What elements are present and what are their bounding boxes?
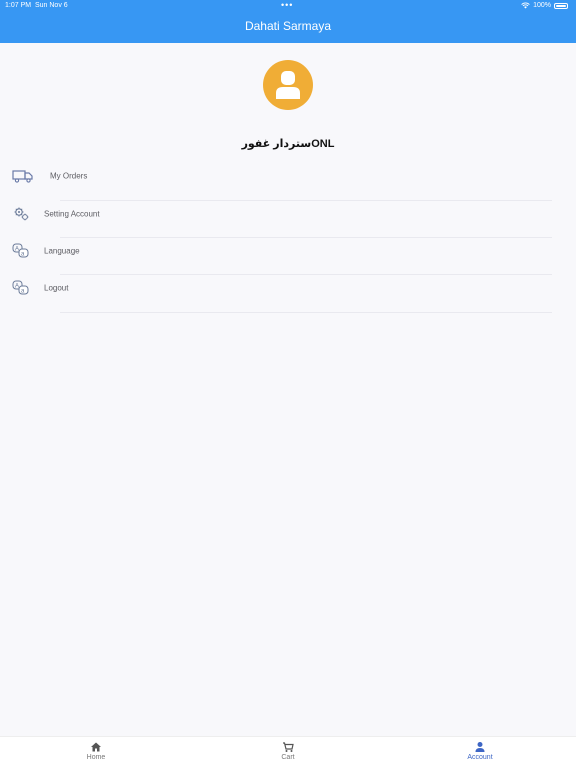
avatar[interactable] — [263, 60, 313, 110]
svg-text:A: A — [15, 246, 19, 252]
status-date: Sun Nov 6 — [34, 2, 68, 9]
battery-percent: 100% — [533, 2, 551, 9]
person-icon — [475, 742, 485, 752]
menu-item-logout[interactable]: A a Logout — [0, 269, 576, 306]
gears-icon — [14, 207, 29, 220]
menu-item-label: Setting Account — [44, 209, 100, 218]
home-icon — [91, 742, 101, 752]
menu-item-label: My Orders — [50, 171, 88, 180]
battery-icon — [554, 2, 568, 9]
tab-account[interactable]: Account — [440, 741, 520, 761]
menu-item-label: Logout — [44, 283, 69, 292]
translate-icon: A a — [12, 243, 29, 257]
status-time: 1:07 PM — [5, 2, 32, 9]
multitask-dots-icon[interactable]: ••• — [281, 0, 293, 10]
app-header: 1:07 PM Sun Nov 6 ••• 100% Dahati Sarmay… — [0, 0, 576, 43]
divider — [60, 312, 552, 313]
user-name: ستردار غفورONL — [241, 138, 335, 150]
bottom-tab-bar: Home Cart Account — [0, 736, 576, 768]
tab-home[interactable]: Home — [56, 741, 136, 761]
user-icon — [276, 71, 300, 99]
svg-text:A: A — [15, 283, 19, 289]
menu-item-my-orders[interactable]: My Orders — [0, 157, 576, 194]
status-bar: 1:07 PM Sun Nov 6 ••• 100% — [0, 0, 576, 12]
wifi-icon — [521, 2, 530, 9]
tab-cart[interactable]: Cart — [248, 741, 328, 761]
tab-label: Account — [467, 754, 493, 761]
tab-label: Cart — [281, 754, 295, 761]
tab-label: Home — [86, 754, 106, 761]
menu-item-setting-account[interactable]: Setting Account — [0, 195, 576, 232]
menu-item-label: Language — [44, 246, 80, 255]
status-indicators: 100% — [521, 2, 568, 9]
menu-item-language[interactable]: A a Language — [0, 232, 576, 269]
translate-icon: A a — [12, 280, 29, 294]
truck-icon — [12, 169, 33, 183]
cart-icon — [283, 742, 294, 752]
page-title: Dahati Sarmaya — [244, 19, 332, 33]
status-time-date: 1:07 PM Sun Nov 6 — [5, 2, 68, 9]
